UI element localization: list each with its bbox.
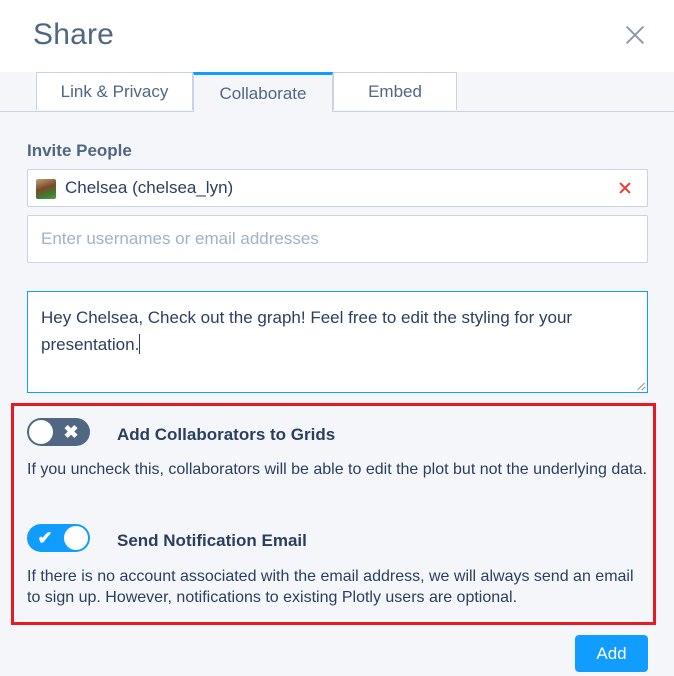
tab-collaborate[interactable]: Collaborate bbox=[193, 72, 333, 112]
dialog-title: Share bbox=[33, 18, 115, 51]
remove-user-icon[interactable] bbox=[617, 180, 633, 196]
tab-embed[interactable]: Embed bbox=[333, 72, 457, 110]
tab-link-privacy[interactable]: Link & Privacy bbox=[36, 72, 193, 110]
close-icon[interactable] bbox=[622, 22, 648, 48]
resize-handle-icon[interactable] bbox=[637, 382, 645, 390]
add-button[interactable]: Add bbox=[575, 635, 648, 672]
x-icon: ✖ bbox=[63, 422, 79, 442]
toggle-knob bbox=[64, 526, 88, 550]
text-caret bbox=[139, 334, 141, 354]
grids-option-description: If you uncheck this, collaborators will … bbox=[27, 461, 647, 478]
toggle-knob bbox=[29, 420, 53, 444]
dialog-header: Share bbox=[0, 0, 674, 72]
invite-message-text: Hey Chelsea, Check out the graph! Feel f… bbox=[41, 308, 573, 354]
grids-toggle[interactable]: ✖ bbox=[27, 418, 90, 446]
notification-toggle[interactable]: ✔ bbox=[27, 524, 90, 552]
tab-divider bbox=[0, 111, 674, 112]
invited-user-name: Chelsea (chelsea_lyn) bbox=[65, 178, 234, 197]
invite-message-textarea[interactable]: Hey Chelsea, Check out the graph! Feel f… bbox=[27, 291, 648, 393]
notification-option-title: Send Notification Email bbox=[117, 531, 307, 550]
checkmark-icon: ✔ bbox=[37, 528, 53, 548]
invited-user-chip: Chelsea (chelsea_lyn) bbox=[27, 169, 648, 207]
user-avatar-icon bbox=[36, 179, 56, 199]
grids-option-title: Add Collaborators to Grids bbox=[117, 425, 336, 444]
invite-email-input[interactable] bbox=[27, 215, 648, 263]
notification-option-description: If there is no account associated with t… bbox=[27, 568, 634, 606]
invite-people-label: Invite People bbox=[27, 141, 132, 160]
